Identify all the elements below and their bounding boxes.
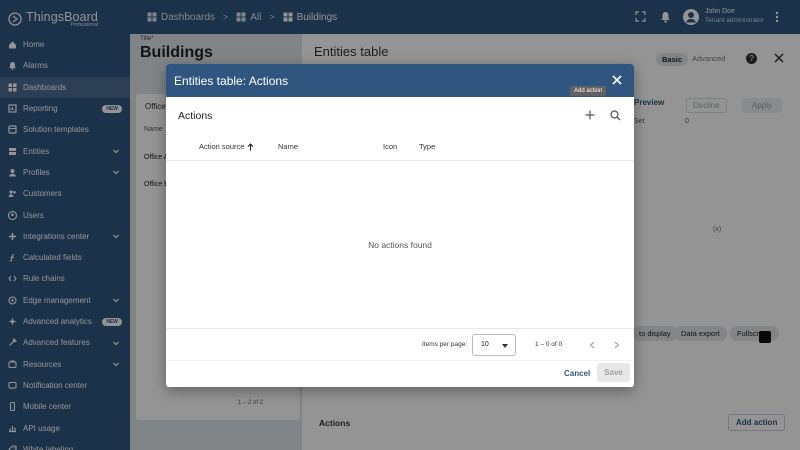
- column-header-action-source[interactable]: Action source: [199, 142, 254, 151]
- items-per-page-select[interactable]: 10: [472, 334, 516, 356]
- add-action-icon[interactable]: [585, 110, 595, 120]
- footer-divider: [166, 360, 634, 361]
- dialog-header: Entities table: Actions: [166, 64, 634, 97]
- close-dialog-icon[interactable]: [612, 75, 622, 85]
- save-button[interactable]: Save: [597, 363, 630, 382]
- dropdown-arrow-icon: [502, 344, 508, 348]
- previous-page-icon[interactable]: [589, 341, 595, 349]
- column-header-label: Action source: [199, 142, 245, 151]
- items-per-page-label: Items per page:: [422, 341, 468, 348]
- range-label: 1 – 0 of 0: [535, 341, 563, 348]
- add-action-tooltip: Add action: [570, 86, 607, 96]
- column-header-name[interactable]: Name: [278, 142, 298, 151]
- search-icon[interactable]: [610, 110, 621, 121]
- column-header-icon[interactable]: Icon: [383, 142, 397, 151]
- header-divider: [166, 160, 634, 161]
- actions-section-heading: Actions: [178, 110, 213, 122]
- column-header-type[interactable]: Type: [419, 142, 435, 151]
- actions-dialog: Entities table: Actions Actions Action s…: [166, 64, 634, 387]
- cancel-button[interactable]: Cancel: [564, 369, 590, 378]
- items-per-page-value: 10: [481, 341, 489, 348]
- paginator-divider: [166, 328, 634, 329]
- sort-arrow-up-icon: [248, 142, 254, 150]
- empty-state-text: No actions found: [368, 240, 432, 250]
- dialog-title: Entities table: Actions: [174, 73, 289, 88]
- next-page-icon[interactable]: [614, 341, 620, 349]
